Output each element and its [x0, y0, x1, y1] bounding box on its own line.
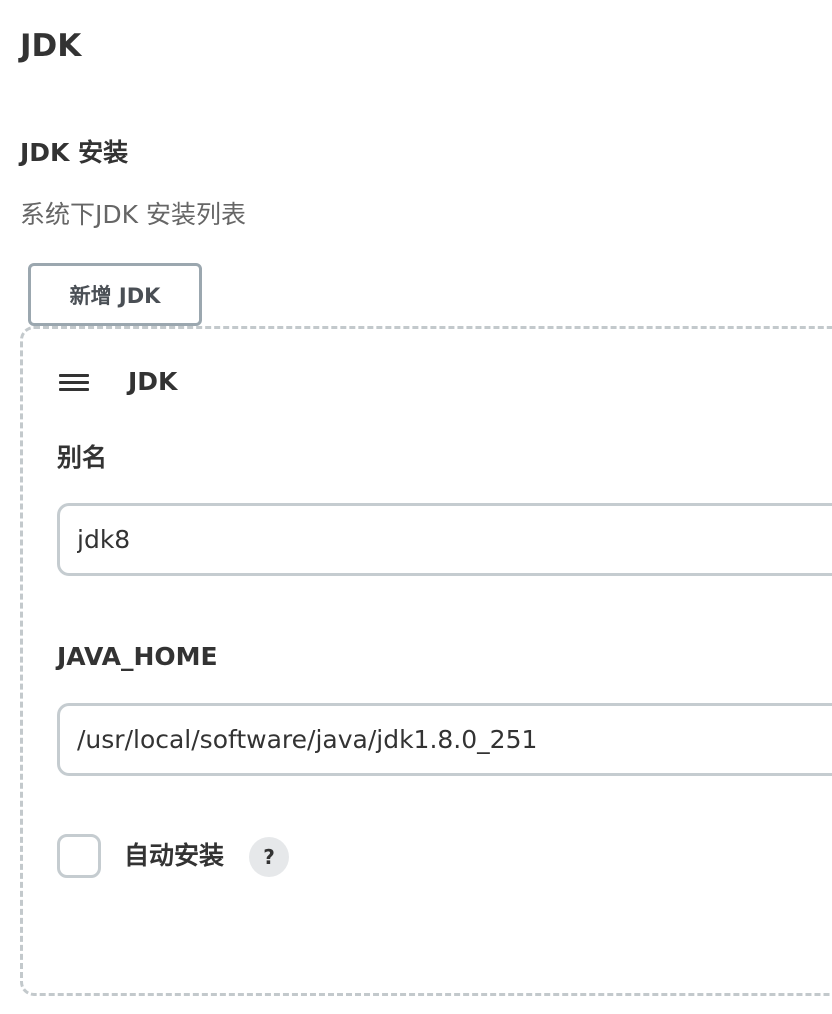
jdk-installation-item: JDK 别名 JAVA_HOME 自动安装 ?	[20, 326, 832, 996]
auto-install-label[interactable]: 自动安装	[124, 839, 224, 873]
help-icon[interactable]: ?	[249, 837, 289, 877]
jdk-installations-description: 系统下JDK 安装列表	[20, 200, 246, 229]
java-home-field-label: JAVA_HOME	[57, 642, 218, 671]
add-jdk-button[interactable]: 新增 JDK	[28, 263, 202, 326]
name-field-label: 别名	[57, 443, 108, 472]
java-home-input[interactable]	[57, 703, 832, 776]
jdk-item-header: JDK	[128, 367, 178, 396]
name-input[interactable]	[57, 503, 832, 576]
hamburger-menu-icon[interactable]	[59, 372, 91, 392]
jdk-installations-title: JDK 安装	[20, 138, 129, 167]
jdk-config-page: JDK JDK 安装 系统下JDK 安装列表 新增 JDK JDK 别名 JAV…	[0, 0, 832, 1014]
auto-install-checkbox[interactable]	[57, 834, 101, 878]
section-title: JDK	[20, 28, 82, 64]
